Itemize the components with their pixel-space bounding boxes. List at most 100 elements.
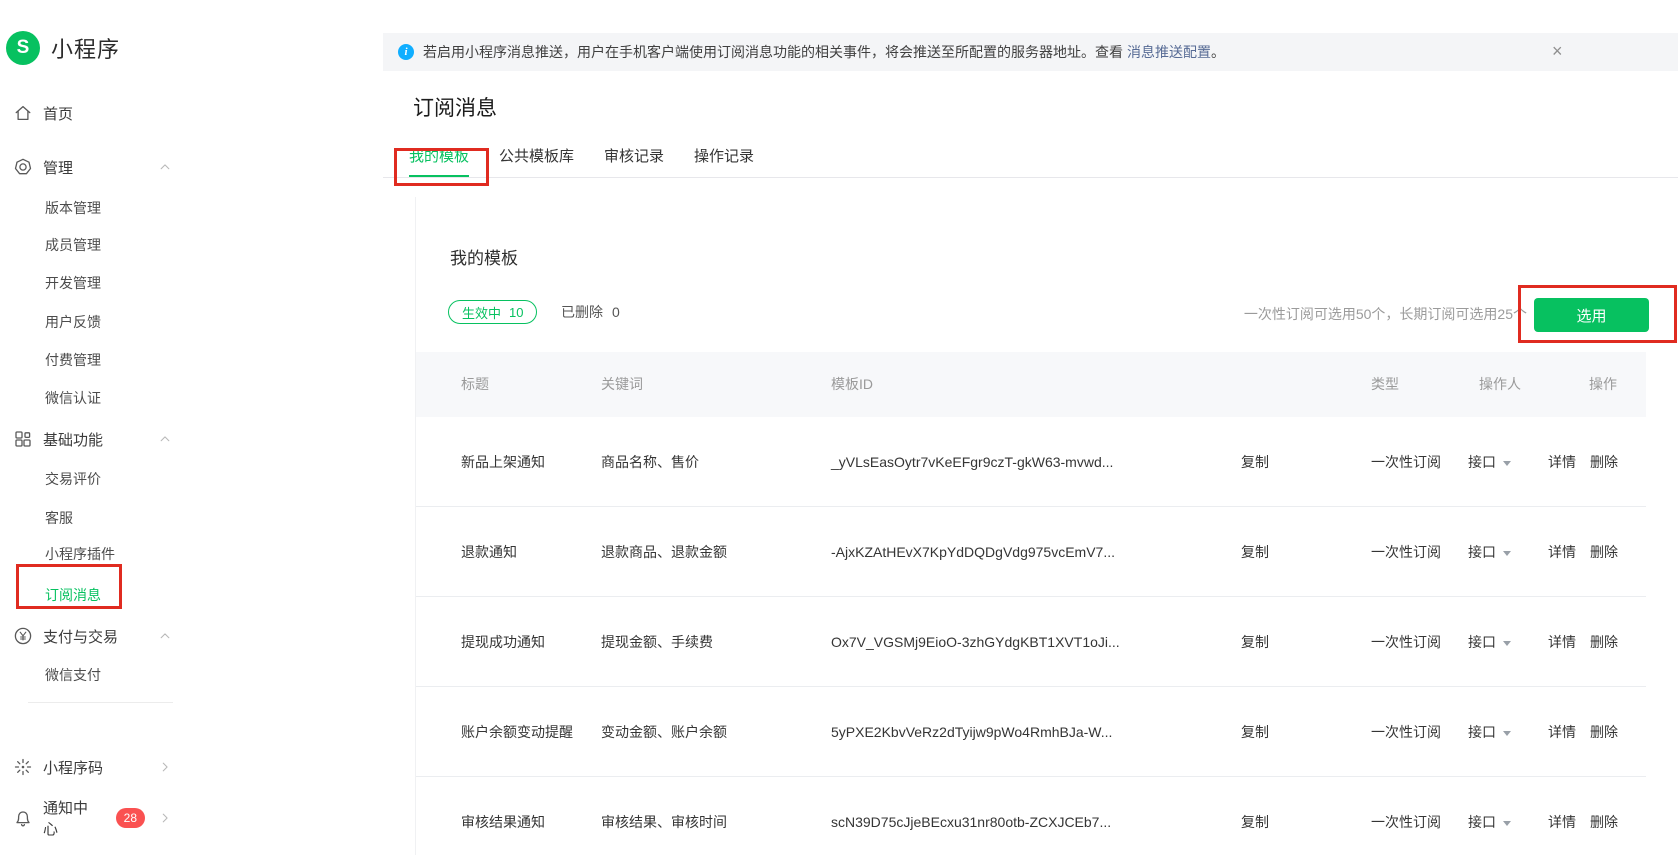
delete-link[interactable]: 删除 [1590, 812, 1618, 832]
sidebar-item-user-feedback[interactable]: 用户反馈 [45, 311, 101, 333]
sidebar-item-notification-center[interactable]: 通知中心 28 [13, 805, 175, 831]
sidebar-item-trade-review[interactable]: 交易评价 [45, 468, 101, 490]
template-title: 账户余额变动提醒 [461, 722, 573, 742]
sidebar-item-label: 小程序码 [43, 757, 103, 778]
sidebar-item-pay-manage[interactable]: 付费管理 [45, 349, 101, 371]
copy-link[interactable]: 复制 [1241, 542, 1269, 562]
sidebar-item-label: 基础功能 [43, 429, 103, 450]
operator-label: 接口 [1468, 634, 1496, 650]
copy-link[interactable]: 复制 [1241, 632, 1269, 652]
template-id: 5yPXE2KbvVeRz2dTyijw9pWo4RmhBJa-W... [831, 724, 1112, 740]
select-template-button[interactable]: 选用 [1534, 298, 1649, 332]
operator-label: 接口 [1468, 544, 1496, 560]
detail-link[interactable]: 详情 [1548, 452, 1576, 472]
sidebar-item-member-manage[interactable]: 成员管理 [45, 234, 101, 256]
sidebar-item-pay-trade[interactable]: 支付与交易 [13, 623, 175, 649]
template-id: Ox7V_VGSMj9EioO-3zhGYdgKBT1XVT1oJi... [831, 634, 1120, 650]
template-keywords: 退款商品、退款金额 [601, 542, 727, 562]
template-title: 新品上架通知 [461, 452, 545, 472]
sidebar-item-customer-service[interactable]: 客服 [45, 507, 73, 529]
caret-down-icon [1503, 551, 1511, 556]
detail-link[interactable]: 详情 [1548, 542, 1576, 562]
sidebar-item-label: 首页 [43, 103, 73, 124]
table-row: 审核结果通知 审核结果、审核时间 scN39D75cJjeBEcxu31nr80… [416, 777, 1646, 855]
detail-link[interactable]: 详情 [1548, 632, 1576, 652]
operator-dropdown[interactable]: 接口 [1468, 632, 1511, 652]
column-header-template-id: 模板ID [831, 352, 873, 417]
operator-label: 接口 [1468, 724, 1496, 740]
caret-down-icon [1503, 461, 1511, 466]
caret-down-icon [1503, 641, 1511, 646]
delete-link[interactable]: 删除 [1590, 452, 1618, 472]
push-config-link[interactable]: 消息推送配置 [1127, 42, 1211, 62]
delete-link[interactable]: 删除 [1590, 542, 1618, 562]
template-id: scN39D75cJjeBEcxu31nr80otb-ZCXJCEb7... [831, 814, 1111, 830]
chevron-right-icon [155, 760, 175, 774]
operator-label: 接口 [1468, 454, 1496, 470]
template-type: 一次性订阅 [1371, 722, 1441, 742]
template-keywords: 审核结果、审核时间 [601, 812, 727, 832]
template-type: 一次性订阅 [1371, 812, 1441, 832]
tab-public-library[interactable]: 公共模板库 [499, 147, 574, 178]
operator-dropdown[interactable]: 接口 [1468, 542, 1511, 562]
sidebar-item-home[interactable]: 首页 [13, 100, 175, 126]
info-icon: i [398, 44, 414, 60]
tab-operation-records[interactable]: 操作记录 [694, 147, 754, 178]
template-keywords: 提现金额、手续费 [601, 632, 713, 652]
table-row: 新品上架通知 商品名称、售价 _yVLsEasOytr7vKeEFgr9czT-… [416, 417, 1646, 507]
table-row: 账户余额变动提醒 变动金额、账户余额 5yPXE2KbvVeRz2dTyijw9… [416, 687, 1646, 777]
column-header-keywords: 关键词 [601, 352, 643, 417]
operator-dropdown[interactable]: 接口 [1468, 452, 1511, 472]
notification-badge: 28 [116, 808, 145, 828]
delete-link[interactable]: 删除 [1590, 632, 1618, 652]
filter-active-count: 10 [509, 305, 523, 320]
delete-link[interactable]: 删除 [1590, 722, 1618, 742]
template-keywords: 变动金额、账户余额 [601, 722, 727, 742]
chevron-up-icon [155, 629, 175, 643]
yuan-circle-icon [13, 626, 33, 646]
sidebar-item-minicode[interactable]: 小程序码 [13, 754, 175, 780]
table-row: 退款通知 退款商品、退款金额 -AjxKZAtHEvX7KpYdDQDgVdg9… [416, 507, 1646, 597]
gear-icon [13, 157, 33, 177]
detail-link[interactable]: 详情 [1548, 812, 1576, 832]
push-notice-banner: i 若启用小程序消息推送，用户在手机客户端使用订阅消息功能的相关事件，将会推送至… [383, 33, 1678, 71]
filter-active-pill[interactable]: 生效中 10 [448, 300, 537, 324]
sidebar-item-dev-manage[interactable]: 开发管理 [45, 272, 101, 294]
close-icon[interactable]: × [1552, 33, 1563, 71]
template-type: 一次性订阅 [1371, 452, 1441, 472]
section-heading: 我的模板 [450, 247, 518, 271]
home-icon [13, 103, 33, 123]
tab-review-records[interactable]: 审核记录 [604, 147, 664, 178]
sidebar-item-wechat-verify[interactable]: 微信认证 [45, 387, 101, 409]
sidebar-item-wechat-pay[interactable]: 微信支付 [45, 664, 101, 686]
copy-link[interactable]: 复制 [1241, 812, 1269, 832]
column-header-title: 标题 [461, 352, 489, 417]
sidebar-item-label: 支付与交易 [43, 626, 118, 647]
filter-deleted[interactable]: 已删除 0 [561, 299, 620, 325]
chevron-right-icon [155, 811, 175, 825]
caret-down-icon [1503, 731, 1511, 736]
grid-icon [13, 429, 33, 449]
sidebar-item-version-manage[interactable]: 版本管理 [45, 197, 101, 219]
banner-text: 若启用小程序消息推送，用户在手机客户端使用订阅消息功能的相关事件，将会推送至所配… [423, 42, 1123, 62]
tab-my-templates[interactable]: 我的模板 [409, 147, 469, 178]
copy-link[interactable]: 复制 [1241, 452, 1269, 472]
my-templates-panel: 我的模板 生效中 10 已删除 0 一次性订阅可选用50个，长期订阅可选用25个… [415, 197, 1645, 855]
caret-down-icon [1503, 821, 1511, 826]
bell-icon [13, 808, 33, 828]
sidebar-item-plugins[interactable]: 小程序插件 [45, 543, 115, 565]
sidebar-item-basic-features[interactable]: 基础功能 [13, 426, 175, 452]
detail-link[interactable]: 详情 [1548, 722, 1576, 742]
sidebar-item-manage[interactable]: 管理 [13, 154, 175, 180]
template-id: _yVLsEasOytr7vKeEFgr9czT-gkW63-mvwd... [831, 454, 1113, 470]
copy-link[interactable]: 复制 [1241, 722, 1269, 742]
chevron-up-icon [155, 160, 175, 174]
sidebar-item-subscribe-message[interactable]: 订阅消息 [45, 584, 101, 606]
operator-dropdown[interactable]: 接口 [1468, 812, 1511, 832]
app-title: 小程序 [51, 32, 120, 64]
table-header: 标题 关键词 模板ID 类型 操作人 操作 [416, 352, 1646, 417]
filter-active-label: 生效中 [462, 303, 501, 322]
table-row: 提现成功通知 提现金额、手续费 Ox7V_VGSMj9EioO-3zhGYdgK… [416, 597, 1646, 687]
operator-label: 接口 [1468, 814, 1496, 830]
operator-dropdown[interactable]: 接口 [1468, 722, 1511, 742]
